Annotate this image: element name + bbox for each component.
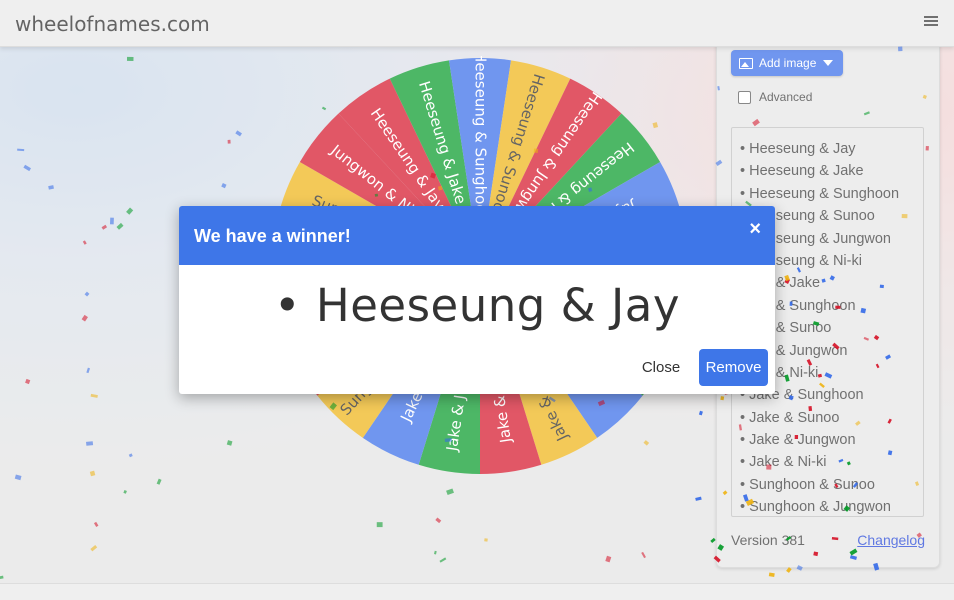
winner-dialog: We have a winner! × • Heeseung & Jay Clo… bbox=[179, 206, 775, 394]
close-icon[interactable]: × bbox=[749, 219, 761, 239]
close-button[interactable]: Close bbox=[634, 349, 688, 385]
dialog-header: We have a winner! × bbox=[179, 206, 775, 265]
dialog-title: We have a winner! bbox=[194, 226, 351, 246]
remove-button[interactable]: Remove bbox=[699, 349, 768, 386]
winner-name: • Heeseung & Jay bbox=[274, 279, 680, 332]
